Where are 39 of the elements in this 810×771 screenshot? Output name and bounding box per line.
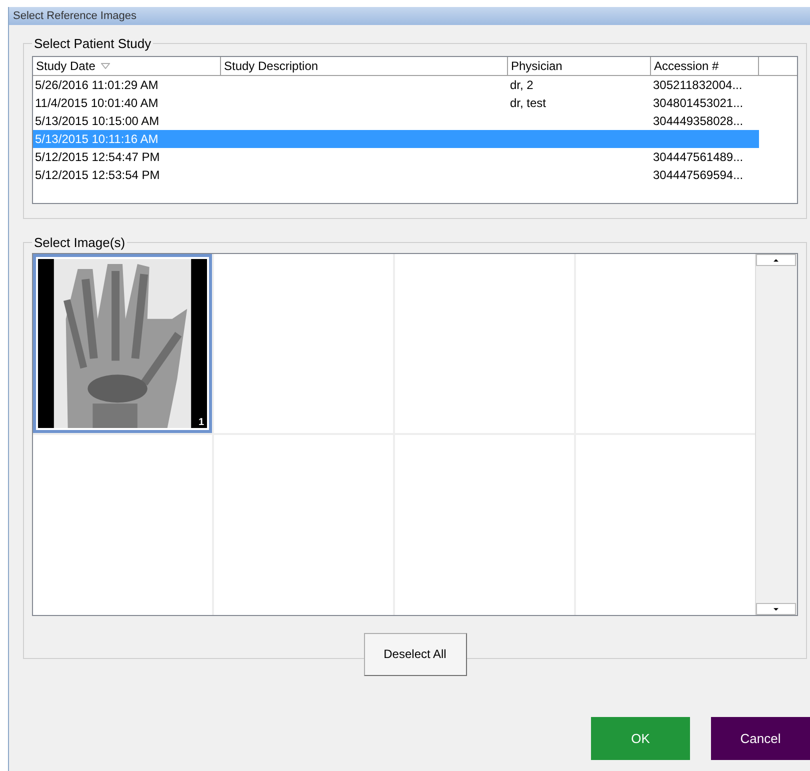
table-cell: 304801453021... [653,96,744,110]
ok-button[interactable]: OK [591,717,690,760]
table-cell: 5/13/2015 10:11:16 AM [35,132,158,146]
scroll-up-icon[interactable] [756,254,796,266]
image-number: 1 [197,418,205,428]
column-header[interactable]: Physician [508,56,651,74]
empty-image-slot[interactable] [214,435,393,614]
table-cell: 5/13/2015 10:15:00 AM [35,114,160,128]
cancel-button[interactable]: Cancel [711,717,810,760]
empty-image-slot[interactable] [395,254,574,433]
table-row[interactable]: 5/12/2015 12:54:47 PM 304447561489... [33,148,759,166]
window-title: Select Reference Images [13,8,137,24]
image-thumbnail[interactable]: 1 [33,254,212,433]
table-cell: 305211832004... [653,78,742,92]
table-cell: 11/4/2015 10:01:40 AM [35,96,158,110]
table-cell: 5/12/2015 12:54:47 PM [35,150,160,164]
column-header[interactable]: Study Date [33,56,221,74]
table-cell: 5/26/2016 11:01:29 AM [35,78,158,92]
table-cell: 304447569594... [653,168,744,182]
empty-image-slot[interactable] [33,435,212,614]
scroll-down-icon[interactable] [756,602,796,614]
empty-image-slot[interactable] [576,435,755,614]
table-row[interactable]: 5/13/2015 10:15:00 AM 304449358028... [33,112,759,130]
group-title: Select Patient Study [33,35,152,53]
table-cell: 304447561489... [653,150,744,164]
column-header[interactable]: Study Description [221,56,508,74]
table-cell: 5/12/2015 12:53:54 PM [35,168,160,182]
deselect-all-button[interactable]: Deselect All [364,632,466,676]
table-row[interactable]: 5/26/2016 11:01:29 AM dr, 2 305211832004... [33,76,759,94]
table-row[interactable]: 5/12/2015 12:53:54 PM 304447569594... [33,166,759,184]
group-title: Select Image(s) [33,234,126,252]
table-cell: 304449358028... [653,114,744,128]
column-header[interactable]: Accession # [651,56,759,74]
table-cell: dr, test [510,96,546,110]
table-row[interactable]: 11/4/2015 10:01:40 AM dr, test 304801453021... [33,94,759,112]
empty-image-slot[interactable] [395,435,574,614]
empty-image-slot[interactable] [214,254,393,433]
table-cell: dr, 2 [510,78,534,92]
scrollbar[interactable] [755,254,797,614]
